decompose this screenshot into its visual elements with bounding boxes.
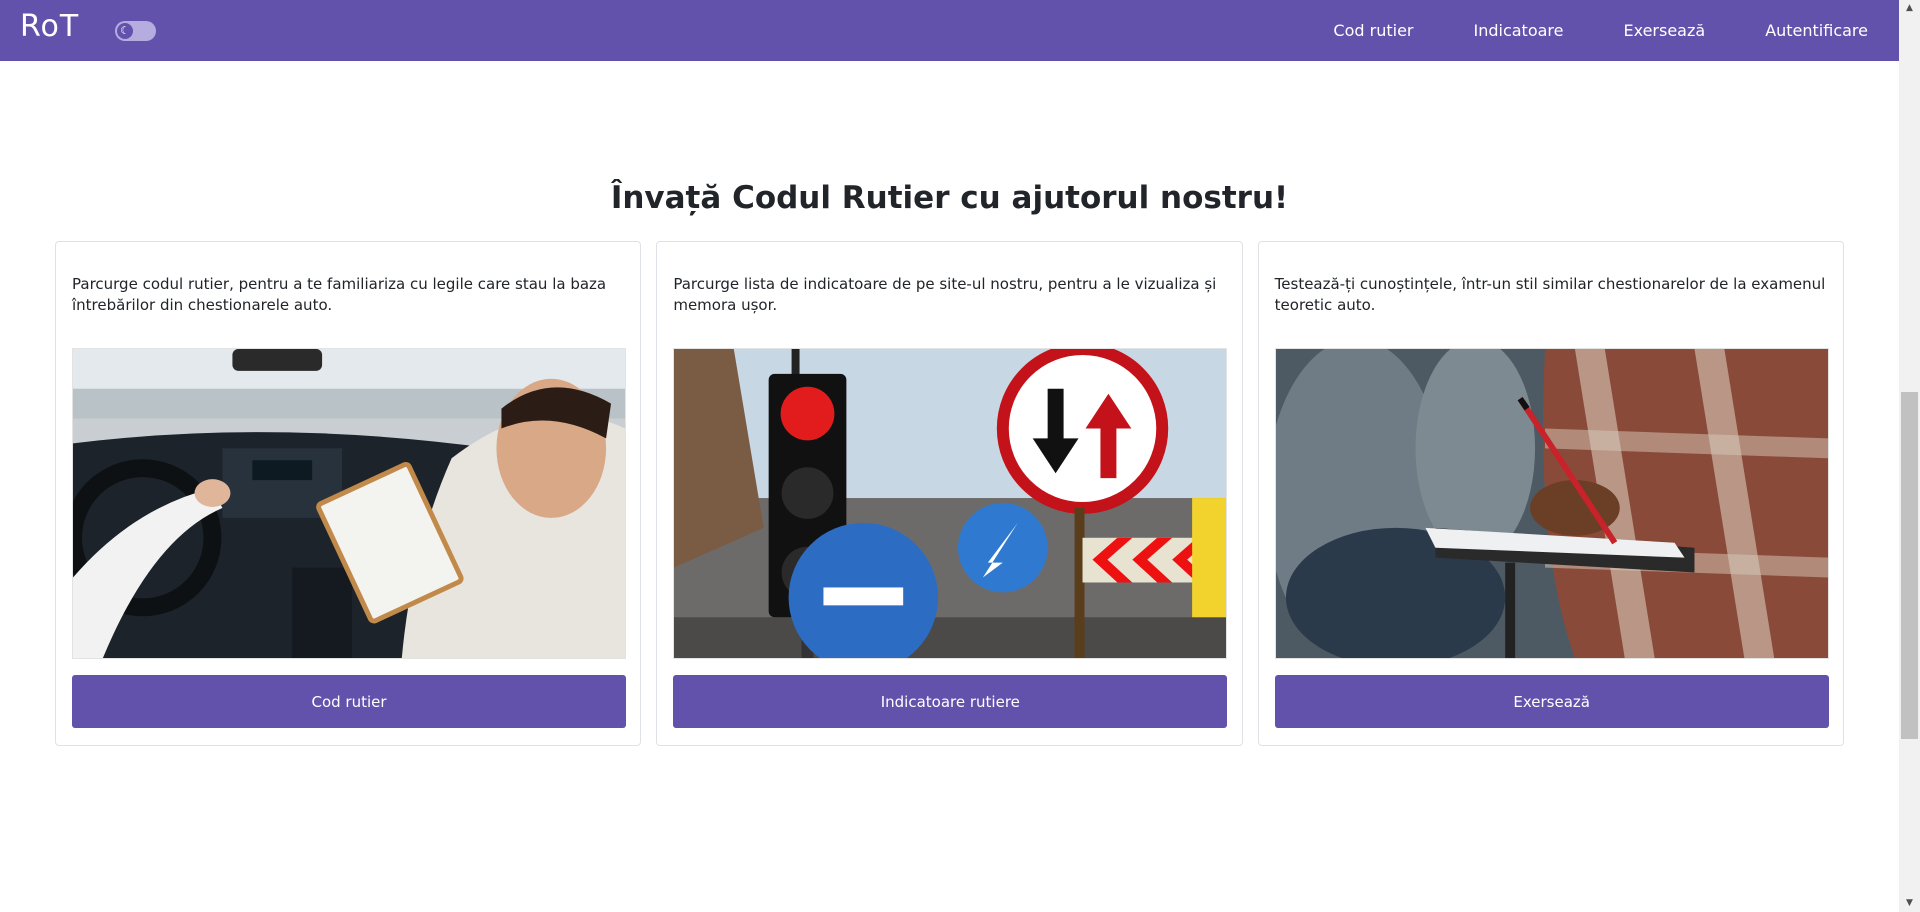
moon-icon: ☾ — [117, 23, 133, 39]
page-title: Învață Codul Rutier cu ajutorul nostru! — [610, 180, 1289, 216]
nav-link-cod-rutier[interactable]: Cod rutier — [1333, 21, 1413, 40]
card-description: Parcurge codul rutier, pentru a te famil… — [72, 275, 607, 314]
nav-links: Cod rutier Indicatoare Exersează Autenti… — [1273, 0, 1868, 61]
cod-rutier-button[interactable]: Cod rutier — [72, 675, 626, 728]
nav-link-indicatoare[interactable]: Indicatoare — [1473, 21, 1563, 40]
card-description: Parcurge lista de indicatoare de pe site… — [673, 275, 1217, 314]
feature-cards: Parcurge codul rutier, pentru a te famil… — [55, 241, 1844, 746]
vertical-scrollbar[interactable]: ▲ ▼ — [1899, 0, 1920, 912]
dark-mode-toggle[interactable]: ☾ — [115, 21, 156, 41]
nav-link-autentificare[interactable]: Autentificare — [1765, 21, 1868, 40]
card-indicatoare: Parcurge lista de indicatoare de pe site… — [656, 241, 1243, 746]
navbar: RoT ☾ Cod rutier Indicatoare Exersează A… — [0, 0, 1899, 61]
brand-logo[interactable]: RoT — [20, 9, 79, 44]
card-cod-rutier: Parcurge codul rutier, pentru a te famil… — [55, 241, 642, 746]
scroll-down-icon[interactable]: ▼ — [1899, 895, 1920, 912]
page: RoT ☾ Cod rutier Indicatoare Exersează A… — [0, 0, 1920, 912]
card-exerseaza: Testează-ți cunoștințele, într-un stil s… — [1257, 241, 1844, 746]
scroll-up-icon[interactable]: ▲ — [1899, 0, 1920, 17]
nav-link-exerseaza[interactable]: Exersează — [1623, 21, 1705, 40]
driving-lesson-image — [72, 348, 626, 659]
card-description: Testează-ți cunoștințele, într-un stil s… — [1274, 275, 1826, 314]
scroll-thumb[interactable] — [1901, 392, 1918, 739]
exam-writing-image — [1274, 348, 1829, 659]
traffic-signs-image — [673, 348, 1228, 659]
exerseaza-button[interactable]: Exersează — [1274, 675, 1829, 728]
indicatoare-rutiere-button[interactable]: Indicatoare rutiere — [673, 675, 1228, 728]
